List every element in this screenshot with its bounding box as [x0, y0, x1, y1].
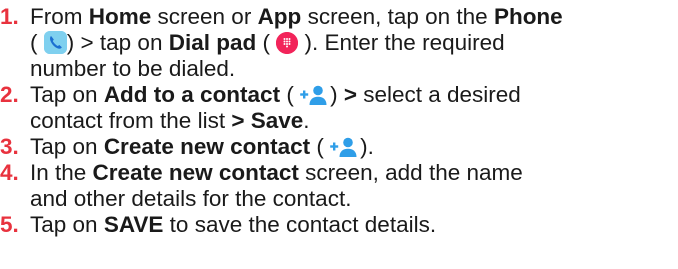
step-number: 1. [0, 4, 19, 29]
step-text: Tap on [30, 82, 104, 107]
instruction-list: 1. From Home screen or App screen, tap o… [0, 4, 678, 238]
step-text: . [303, 108, 310, 133]
step-text: In the [30, 160, 93, 185]
step-1: 1. From Home screen or App screen, tap o… [0, 4, 678, 82]
step-text: number to be dialed. [30, 56, 236, 81]
step-text: screen or [151, 4, 258, 29]
step-number: 5. [0, 212, 19, 237]
step-5: 5. Tap on SAVE to save the contact detai… [0, 212, 678, 238]
add-contact-icon [330, 136, 360, 158]
step-text: screen, add the name [298, 160, 523, 185]
step-text: ( [280, 82, 294, 107]
step-text: contact from the list [30, 108, 232, 133]
app-screen-term: App [257, 4, 302, 29]
home-screen-term: Home [88, 4, 152, 29]
dial-pad-icon [276, 32, 299, 54]
dial-pad-term: Dial pad [168, 30, 257, 55]
step-text: ( [256, 30, 271, 55]
phone-icon [43, 31, 67, 54]
step-text: Tap on [30, 212, 104, 237]
create-new-contact-term: Create new contact [103, 134, 311, 159]
phone-term: Phone [493, 4, 563, 29]
step-number: 2. [0, 82, 19, 107]
save-caps-term: SAVE [103, 212, 164, 237]
step-text: select a desired [356, 82, 521, 107]
step-number: 4. [0, 160, 19, 185]
step-text: ( [310, 134, 324, 159]
step-2: 2. Tap on Add to a contact ( ) > select … [0, 82, 678, 134]
create-new-contact-term: Create new contact [92, 160, 299, 185]
step-4: 4. In the Create new contact screen, add… [0, 160, 678, 212]
step-text: ) [330, 82, 344, 107]
step-text: and other details for the contact. [30, 186, 352, 211]
save-term: > Save [231, 108, 304, 133]
step-text: From [30, 4, 89, 29]
step-text: to save the contact details. [163, 212, 437, 237]
step-text: ( [30, 30, 38, 55]
arrow-term: > [343, 82, 357, 107]
add-to-contact-term: Add to a contact [103, 82, 281, 107]
step-3: 3. Tap on Create new contact ( ). [0, 134, 678, 160]
step-text: Tap on [30, 134, 104, 159]
step-text: ) > tap on [66, 30, 169, 55]
add-contact-icon [300, 84, 330, 106]
step-text: ). [360, 134, 374, 159]
step-text: screen, tap on the [301, 4, 494, 29]
step-number: 3. [0, 134, 19, 159]
step-text: ). Enter the required [298, 30, 505, 55]
